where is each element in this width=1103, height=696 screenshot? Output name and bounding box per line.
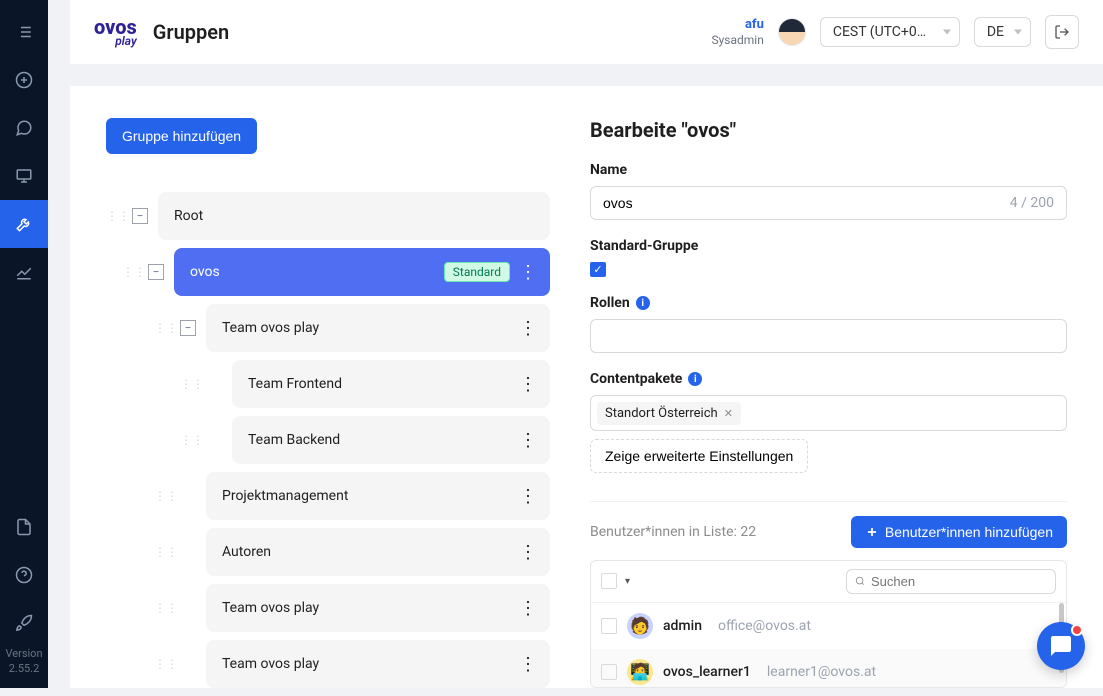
std-group-checkbox[interactable]: ✓ — [590, 262, 606, 277]
drag-handle[interactable]: ⋮⋮ — [106, 213, 122, 219]
search-icon — [855, 574, 865, 588]
advanced-settings-button[interactable]: Zeige erweiterte Einstellungen — [590, 439, 808, 473]
timezone-select[interactable]: CEST (UTC+0… — [820, 17, 960, 47]
info-icon[interactable]: i — [688, 372, 702, 386]
drag-handle[interactable]: ⋮⋮ — [122, 269, 138, 275]
node-more-icon[interactable]: ⋮ — [518, 548, 538, 557]
user-checkbox[interactable] — [601, 618, 617, 634]
tree-node-pm[interactable]: Projektmanagement ⋮ — [206, 472, 550, 520]
user-search-input[interactable] — [871, 574, 1047, 589]
content-label: Contentpakete i — [590, 371, 1067, 387]
group-tree: ⋮⋮ − Root ⋮⋮ − ovos Standard ⋮ — [106, 192, 550, 696]
collapse-toggle[interactable]: − — [132, 208, 148, 224]
nav-item-2[interactable] — [0, 56, 48, 104]
user-count-label: Benutzer*innen in Liste: 22 — [590, 524, 756, 540]
main-content: Gruppe hinzufügen ⋮⋮ − Root ⋮⋮ − ovos — [70, 86, 1103, 688]
user-avatar: 🧑 — [627, 613, 653, 639]
drag-handle[interactable]: ⋮⋮ — [154, 605, 170, 611]
chat-bubble[interactable] — [1037, 622, 1085, 670]
drag-handle[interactable]: ⋮⋮ — [154, 325, 170, 331]
name-input[interactable] — [603, 195, 1010, 211]
select-all-dropdown-icon[interactable]: ▾ — [625, 576, 630, 587]
select-all-checkbox[interactable] — [601, 573, 617, 589]
nav-item-file[interactable] — [0, 503, 48, 551]
edit-title: Bearbeite "ovos" — [590, 118, 1067, 142]
tree-node-backend[interactable]: Team Backend ⋮ — [232, 416, 550, 464]
tree-node-team2[interactable]: Team ovos play ⋮ — [206, 584, 550, 632]
name-counter: 4 / 200 — [1010, 195, 1054, 211]
page-title: Gruppen — [153, 20, 229, 44]
logout-button[interactable] — [1045, 15, 1079, 49]
nav-item-6[interactable] — [0, 248, 48, 296]
list-icon — [15, 23, 33, 41]
wrench-icon — [15, 215, 33, 233]
avatar[interactable] — [778, 18, 806, 46]
drag-handle[interactable]: ⋮⋮ — [154, 493, 170, 499]
roles-input[interactable] — [590, 319, 1067, 353]
node-more-icon[interactable]: ⋮ — [518, 436, 538, 445]
nav-item-1[interactable] — [0, 8, 48, 56]
node-more-icon[interactable]: ⋮ — [518, 324, 538, 333]
user-table: ▾ 🧑 admin office@ovos.at 🧑‍💻 ovos_learne… — [590, 560, 1067, 688]
tag-remove-icon[interactable]: ✕ — [724, 407, 733, 420]
node-more-icon[interactable]: ⋮ — [518, 268, 538, 277]
nav-item-4[interactable] — [0, 152, 48, 200]
add-users-button[interactable]: Benutzer*innen hinzufügen — [851, 516, 1067, 548]
user-search[interactable] — [846, 569, 1056, 594]
standard-badge: Standard — [444, 262, 510, 282]
nav-item-help[interactable] — [0, 551, 48, 599]
nav-item-rocket[interactable] — [0, 599, 48, 647]
tree-node-frontend[interactable]: Team Frontend ⋮ — [232, 360, 550, 408]
user-avatar: 🧑‍💻 — [627, 659, 653, 685]
tree-node-root[interactable]: Root — [158, 192, 550, 240]
drag-handle[interactable]: ⋮⋮ — [154, 661, 170, 667]
node-more-icon[interactable]: ⋮ — [518, 604, 538, 613]
chat-icon — [15, 119, 33, 137]
version-label: Version 2.55.2 — [5, 647, 42, 688]
logo: ovos play — [94, 18, 137, 47]
logout-icon — [1054, 24, 1070, 40]
edit-panel: Bearbeite "ovos" Name 4 / 200 Standard-G… — [590, 118, 1067, 688]
help-icon — [15, 566, 33, 584]
node-more-icon[interactable]: ⋮ — [518, 660, 538, 669]
sidebar: Version 2.55.2 — [0, 0, 48, 688]
rocket-icon — [15, 614, 33, 632]
node-more-icon[interactable]: ⋮ — [518, 380, 538, 389]
topbar: ovos play Gruppen afu Sysadmin CEST (UTC… — [70, 0, 1103, 64]
lang-select[interactable]: DE — [974, 17, 1031, 47]
tree-node-team3[interactable]: Team ovos play ⋮ — [206, 640, 550, 688]
roles-label: Rollen i — [590, 295, 1067, 311]
nav-item-settings[interactable] — [0, 200, 48, 248]
collapse-toggle[interactable]: − — [180, 320, 196, 336]
file-icon — [15, 518, 33, 536]
drag-handle[interactable]: ⋮⋮ — [154, 549, 170, 555]
std-group-label: Standard-Gruppe — [590, 238, 1067, 254]
collapse-toggle[interactable]: − — [148, 264, 164, 280]
name-label: Name — [590, 162, 1067, 178]
drag-handle[interactable]: ⋮⋮ — [180, 381, 196, 387]
user-checkbox[interactable] — [601, 664, 617, 680]
add-group-button[interactable]: Gruppe hinzufügen — [106, 118, 257, 154]
tree-node-autoren[interactable]: Autoren ⋮ — [206, 528, 550, 576]
notification-dot-icon — [1071, 624, 1083, 636]
user-block: afu Sysadmin — [711, 17, 763, 47]
group-tree-panel: Gruppe hinzufügen ⋮⋮ − Root ⋮⋮ − ovos — [106, 118, 550, 688]
chart-icon — [15, 263, 33, 281]
plus-circle-icon — [15, 71, 33, 89]
presentation-icon — [15, 167, 33, 185]
info-icon[interactable]: i — [636, 296, 650, 310]
tree-node-team1[interactable]: Team ovos play ⋮ — [206, 304, 550, 352]
nav-item-3[interactable] — [0, 104, 48, 152]
user-row[interactable]: 🧑‍💻 ovos_learner1 learner1@ovos.at — [591, 649, 1066, 688]
plus-icon — [865, 525, 879, 539]
content-input[interactable]: Standort Österreich ✕ — [590, 395, 1067, 431]
node-more-icon[interactable]: ⋮ — [518, 492, 538, 501]
tree-node-ovos[interactable]: ovos Standard ⋮ — [174, 248, 550, 296]
chat-bubble-icon — [1049, 634, 1073, 658]
name-input-wrapper: 4 / 200 — [590, 186, 1067, 220]
drag-handle[interactable]: ⋮⋮ — [180, 437, 196, 443]
content-tag: Standort Österreich ✕ — [597, 402, 741, 425]
user-row[interactable]: 🧑 admin office@ovos.at — [591, 603, 1066, 649]
